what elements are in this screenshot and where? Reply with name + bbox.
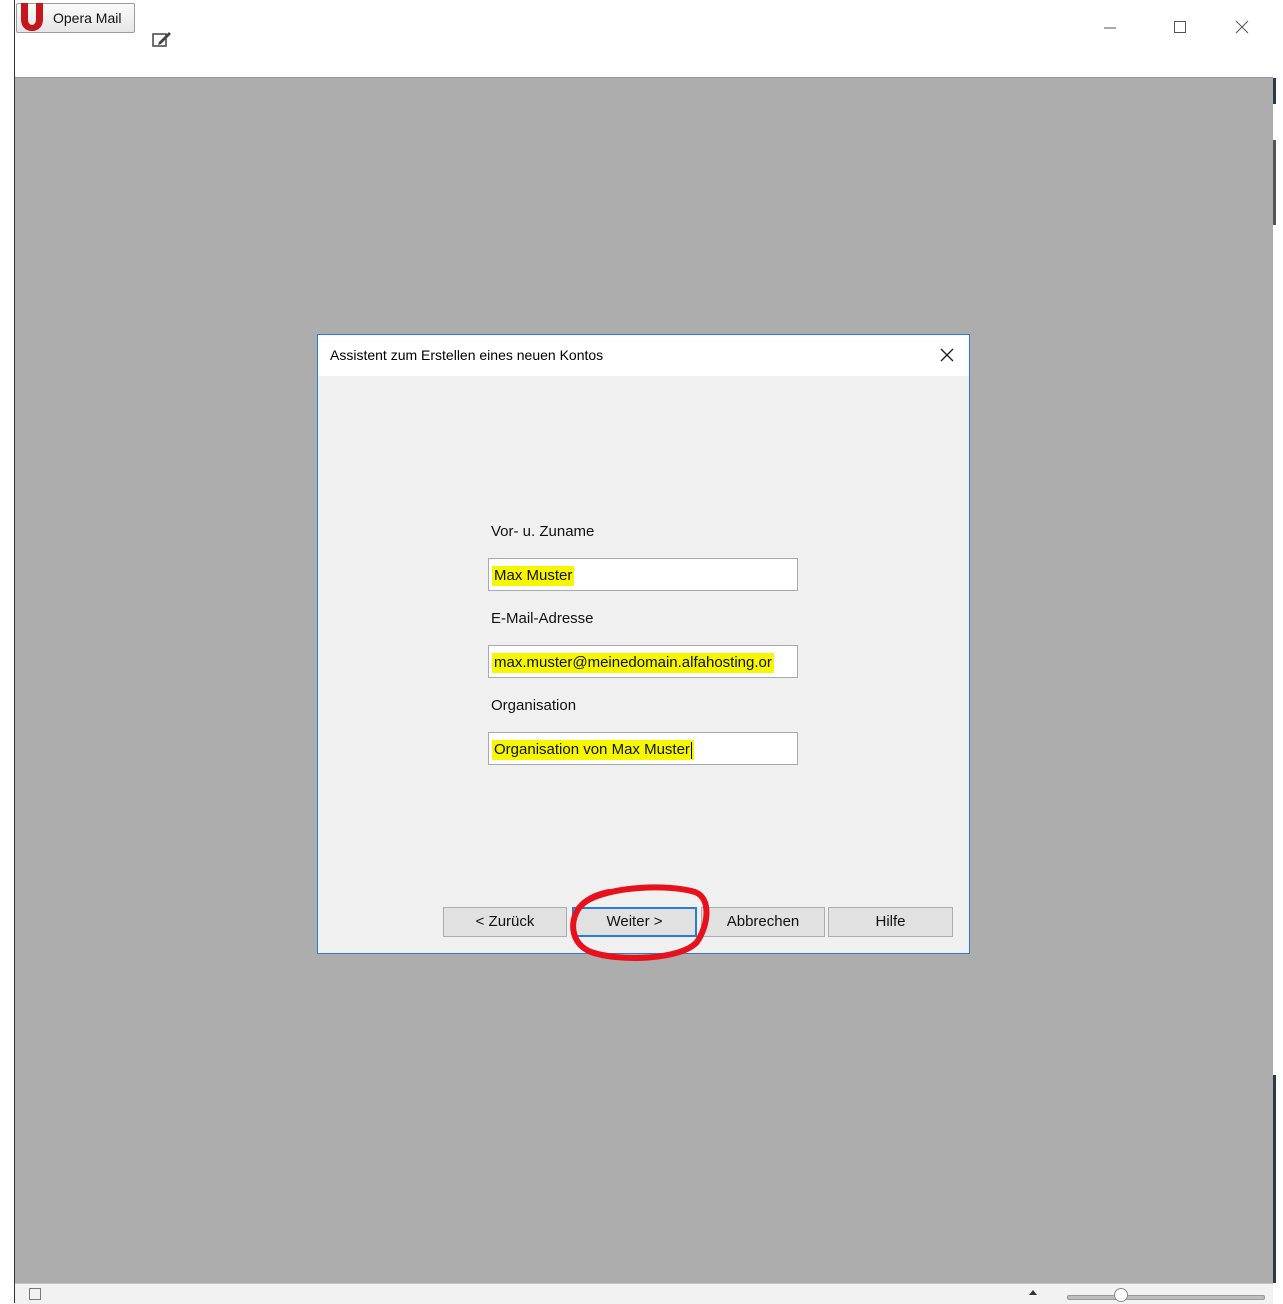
minimize-button[interactable] bbox=[1095, 12, 1125, 42]
dialog-close-button[interactable] bbox=[935, 343, 959, 367]
organisation-input-text: Organisation von Max Muster bbox=[494, 741, 690, 758]
zoom-up-icon[interactable] bbox=[1029, 1290, 1037, 1295]
close-icon bbox=[1235, 20, 1249, 34]
organisation-input-value: Organisation von Max Muster bbox=[492, 740, 694, 760]
scroll-indicator-top bbox=[1273, 78, 1276, 104]
name-input[interactable]: Max Muster bbox=[488, 558, 798, 591]
opera-logo-icon bbox=[21, 3, 43, 31]
scroll-indicator-mid bbox=[1273, 140, 1276, 225]
name-label: Vor- u. Zuname bbox=[491, 523, 595, 540]
app-button-label: Opera Mail bbox=[53, 10, 122, 26]
next-button[interactable]: Weiter > bbox=[572, 907, 697, 937]
help-button[interactable]: Hilfe bbox=[828, 907, 953, 937]
dialog-close-icon bbox=[940, 348, 954, 362]
zoom-slider-thumb[interactable] bbox=[1114, 1288, 1128, 1302]
text-caret bbox=[690, 741, 692, 759]
zoom-slider-track[interactable] bbox=[1067, 1295, 1265, 1300]
minimize-icon bbox=[1104, 27, 1116, 29]
panel-toggle-icon[interactable] bbox=[29, 1288, 41, 1300]
scroll-indicator-bottom bbox=[1273, 1075, 1276, 1283]
dialog-title-bar: Assistent zum Erstellen eines neuen Kont… bbox=[318, 335, 969, 376]
cancel-button[interactable]: Abbrechen bbox=[701, 907, 825, 937]
email-label: E-Mail-Adresse bbox=[491, 610, 594, 627]
new-account-wizard-dialog: Assistent zum Erstellen eines neuen Kont… bbox=[317, 334, 970, 961]
email-input-value: max.muster@meinedomain.alfahosting.or bbox=[492, 653, 774, 673]
organisation-label: Organisation bbox=[491, 697, 577, 714]
email-input[interactable]: max.muster@meinedomain.alfahosting.or bbox=[488, 645, 798, 678]
dialog-title: Assistent zum Erstellen eines neuen Kont… bbox=[330, 347, 604, 363]
close-button[interactable] bbox=[1227, 12, 1257, 42]
back-button[interactable]: < Zurück bbox=[443, 907, 567, 937]
name-input-value: Max Muster bbox=[492, 566, 575, 586]
compose-icon[interactable] bbox=[152, 30, 172, 48]
title-bar: Opera Mail bbox=[15, 0, 1273, 78]
status-bar bbox=[15, 1283, 1273, 1304]
opera-mail-menu-button[interactable]: Opera Mail bbox=[16, 3, 136, 33]
maximize-button[interactable] bbox=[1165, 12, 1195, 42]
maximize-icon bbox=[1174, 21, 1186, 33]
organisation-input[interactable]: Organisation von Max Muster bbox=[488, 732, 798, 765]
